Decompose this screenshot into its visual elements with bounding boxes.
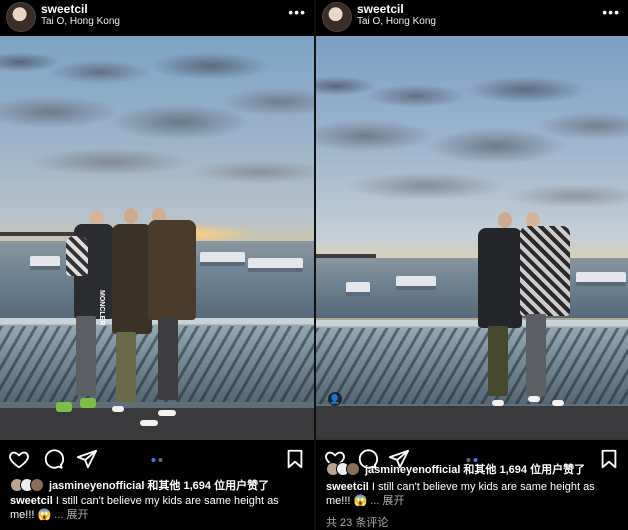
post-photo[interactable]: 👤 bbox=[316, 36, 628, 440]
avatar[interactable] bbox=[322, 2, 352, 32]
carousel-dot bbox=[151, 458, 156, 462]
avatar bbox=[30, 478, 44, 492]
liker-avatars bbox=[326, 462, 360, 476]
bookmark-icon[interactable] bbox=[284, 448, 306, 470]
view-comments-link[interactable]: 共 23 条评论 bbox=[326, 514, 388, 530]
heart-icon[interactable] bbox=[8, 448, 30, 470]
caption-more-link[interactable]: ... 展开 bbox=[370, 495, 404, 507]
liker-avatars bbox=[10, 478, 44, 492]
likes-text: jasmineyenofficial 和其他 1,694 位用户赞了 bbox=[49, 480, 270, 492]
carousel-dot bbox=[158, 458, 163, 462]
jacket-logo-text: MONCLER bbox=[98, 290, 105, 326]
more-horizontal-icon[interactable]: ••• bbox=[288, 4, 306, 20]
username[interactable]: sweetcil bbox=[41, 2, 88, 16]
likes-row[interactable]: jasmineyenofficial 和其他 1,694 位用户赞了 bbox=[326, 460, 626, 478]
caption: sweetcil I still can't believe my kids a… bbox=[10, 494, 306, 522]
comment-icon[interactable] bbox=[42, 448, 64, 470]
post-header: sweetcil Tai O, Hong Kong ••• bbox=[0, 0, 314, 36]
post-1: sweetcil Tai O, Hong Kong ••• MONCLER ja… bbox=[0, 0, 314, 530]
user-tag-icon[interactable]: 👤 bbox=[328, 392, 342, 406]
caption-emoji: 😱 bbox=[37, 509, 52, 521]
post-header: sweetcil Tai O, Hong Kong ••• bbox=[316, 0, 628, 36]
more-horizontal-icon[interactable]: ••• bbox=[602, 4, 620, 20]
caption-username[interactable]: sweetcil bbox=[10, 495, 53, 507]
username[interactable]: sweetcil bbox=[357, 2, 404, 16]
caption-emoji: 😱 bbox=[353, 495, 368, 507]
caption-username[interactable]: sweetcil bbox=[326, 481, 369, 493]
post-2: sweetcil Tai O, Hong Kong ••• 👤 jasminey… bbox=[314, 0, 628, 530]
carousel-indicator bbox=[151, 458, 163, 462]
post-photo[interactable]: MONCLER bbox=[0, 36, 314, 440]
caption: sweetcil I still can't believe my kids a… bbox=[326, 480, 622, 508]
post-actions bbox=[0, 444, 314, 472]
likes-row[interactable]: jasmineyenofficial 和其他 1,694 位用户赞了 bbox=[10, 476, 310, 494]
avatar[interactable] bbox=[6, 2, 36, 32]
likes-text: jasmineyenofficial 和其他 1,694 位用户赞了 bbox=[365, 464, 586, 476]
caption-more-link[interactable]: ... 展开 bbox=[54, 509, 88, 521]
share-icon[interactable] bbox=[76, 448, 98, 470]
location[interactable]: Tai O, Hong Kong bbox=[41, 16, 120, 27]
avatar bbox=[346, 462, 360, 476]
location[interactable]: Tai O, Hong Kong bbox=[357, 16, 436, 27]
